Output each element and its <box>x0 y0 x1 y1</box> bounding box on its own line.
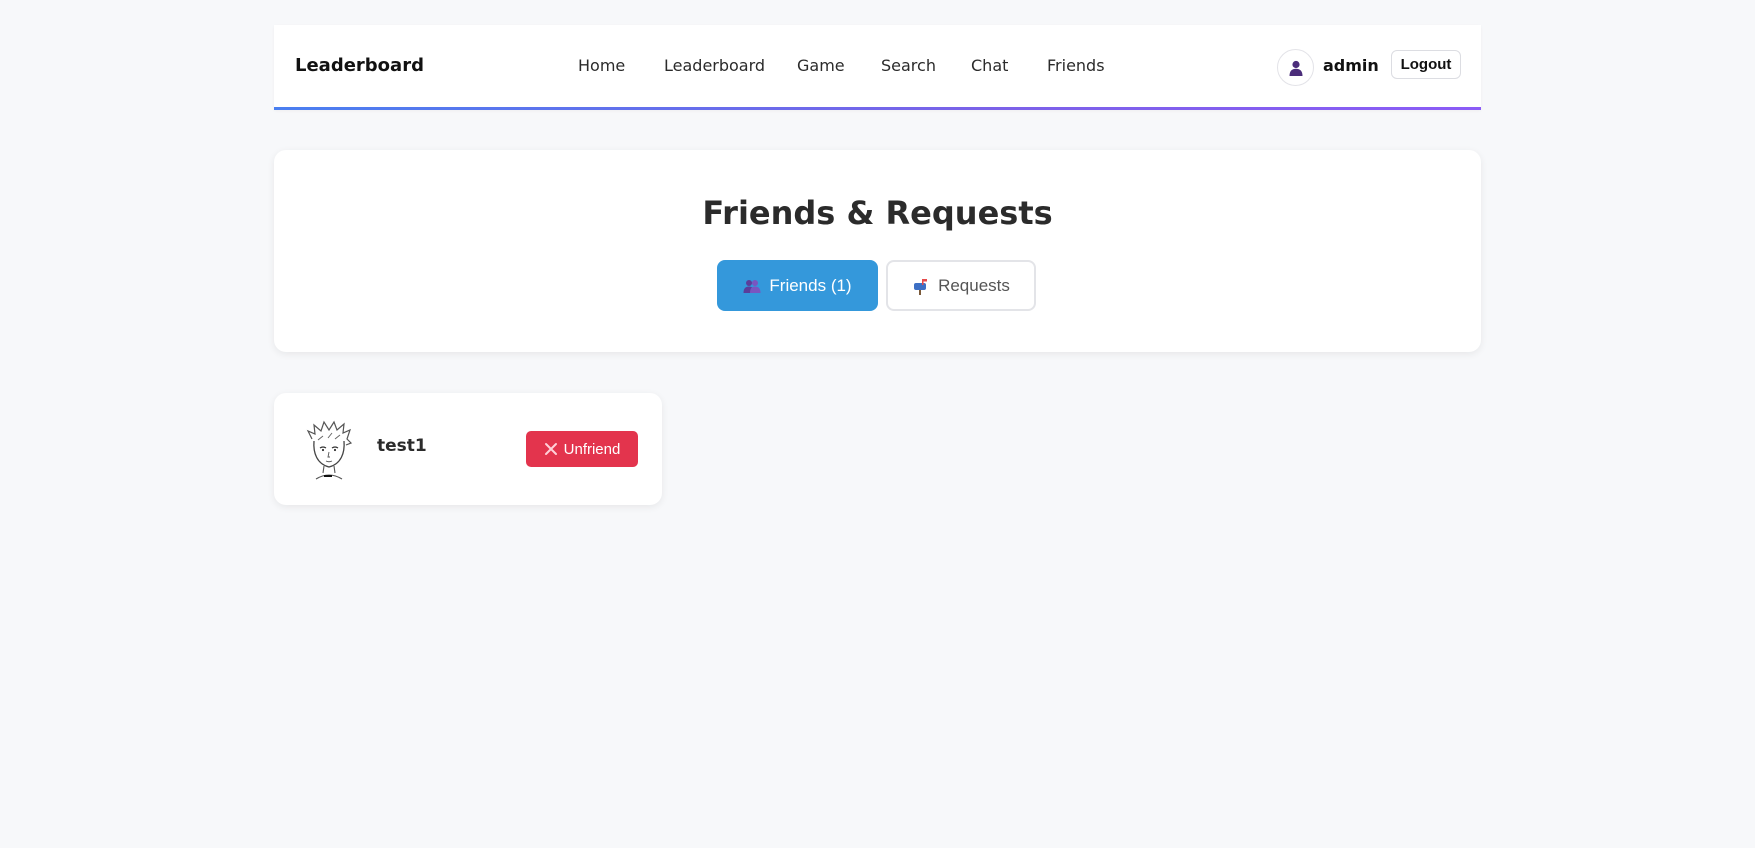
friend-avatar[interactable] <box>302 419 356 481</box>
mailbox-icon <box>914 278 928 295</box>
friends-header-card: Friends & Requests Friends (1) Requests <box>274 150 1481 352</box>
nav-link-chat[interactable]: Chat <box>971 56 1008 75</box>
people-icon <box>743 279 761 293</box>
x-icon <box>544 443 557 455</box>
nav-link-game[interactable]: Game <box>797 56 845 75</box>
logout-button[interactable]: Logout <box>1391 50 1461 79</box>
friend-card: test1 Unfriend <box>274 393 662 505</box>
nav-link-home[interactable]: Home <box>578 56 625 75</box>
page-title: Friends & Requests <box>702 194 1053 232</box>
user-avatar[interactable] <box>1277 49 1314 86</box>
tab-friends[interactable]: Friends (1) <box>717 260 878 311</box>
unfriend-button[interactable]: Unfriend <box>526 431 638 467</box>
unfriend-label: Unfriend <box>563 440 621 458</box>
tab-requests-label: Requests <box>938 275 1010 295</box>
nav-link-leaderboard[interactable]: Leaderboard <box>664 56 765 75</box>
nav-link-friends[interactable]: Friends <box>1047 56 1105 75</box>
tab-friends-label: Friends (1) <box>769 275 852 295</box>
top-navbar: Leaderboard Home Leaderboard Game Search… <box>274 25 1481 110</box>
user-silhouette-icon <box>1289 60 1302 76</box>
username: admin <box>1323 56 1379 75</box>
tab-requests[interactable]: Requests <box>886 260 1036 311</box>
friend-name[interactable]: test1 <box>377 436 427 456</box>
nav-link-search[interactable]: Search <box>881 56 936 75</box>
